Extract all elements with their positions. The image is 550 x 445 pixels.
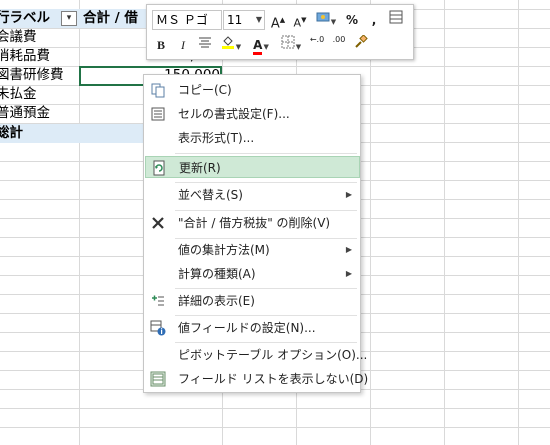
menu-item-sort[interactable]: 並べ替え(S) ▶ (145, 184, 360, 206)
bold-button[interactable]: B (152, 35, 170, 55)
menu-item-label: フィールド リストを表示しない(D) (178, 372, 369, 386)
field-settings-icon (150, 320, 166, 336)
mini-toolbar: ＭＳ Ｐゴ 11 ▼ A▲ A▼ ▼ % , B I ▼ A▼ ▼ ←.0 .0… (146, 4, 414, 60)
menu-item-label: 更新(R) (179, 161, 221, 175)
grid-line (0, 427, 550, 428)
increase-decimal-icon: ←.0 (309, 35, 325, 44)
fill-color-button[interactable]: ▼ (218, 35, 244, 55)
menu-item-label: 表示形式(T)... (178, 131, 255, 145)
font-name-value: ＭＳ Ｐゴ (156, 13, 208, 27)
caret-up-icon: ▲ (279, 16, 286, 24)
brush-icon (355, 34, 368, 48)
submenu-arrow-icon: ▶ (345, 245, 352, 254)
format-painter-grid-button[interactable] (387, 10, 405, 30)
delete-x-icon (152, 217, 164, 229)
menu-separator (175, 288, 357, 289)
font-size-value: 11 (227, 13, 243, 27)
submenu-arrow-icon: ▶ (345, 190, 352, 199)
grid-line (0, 408, 550, 409)
menu-item-hide-field-list[interactable]: フィールド リストを表示しない(D) (145, 368, 368, 390)
increase-decimal-button[interactable]: ←.0 (308, 35, 326, 55)
chevron-down-icon: ▼ (263, 43, 269, 51)
menu-separator (175, 315, 357, 316)
menu-item-refresh[interactable]: 更新(R) (145, 156, 360, 178)
pivot-grand-total-label[interactable]: 総計 (0, 124, 76, 143)
grow-font-letter: A (270, 16, 280, 32)
menu-item-pivot-options[interactable]: ピボットテーブル オプション(O)... (145, 344, 367, 366)
caret-down-icon: ▼ (301, 16, 307, 24)
menu-item-label: セルの書式設定(F)... (178, 107, 290, 121)
comma-style-button[interactable]: , (365, 10, 383, 30)
menu-item-label: 値の集計方法(M) (178, 243, 270, 257)
filter-dropdown-button[interactable]: ▾ (61, 11, 77, 26)
submenu-arrow-icon: ▶ (345, 269, 352, 278)
menu-item-label: "合計 / 借方税抜" の削除(V) (178, 216, 331, 230)
chevron-down-icon[interactable]: ▼ (256, 11, 262, 29)
paint-bucket-icon (221, 36, 234, 49)
pivot-row-label[interactable]: 消耗品費 (0, 47, 76, 66)
font-name-combobox[interactable]: ＭＳ Ｐゴ (152, 10, 222, 30)
chevron-down-icon: ▼ (330, 18, 337, 26)
menu-item-show-details[interactable]: 詳細の表示(E) (145, 290, 360, 312)
pivot-row-label[interactable]: 会議費 (0, 28, 76, 47)
align-center-button[interactable] (196, 35, 214, 55)
currency-format-icon (316, 12, 330, 22)
menu-item-summarize-by[interactable]: 値の集計方法(M) ▶ (145, 239, 360, 261)
menu-item-show-values-as[interactable]: 計算の種類(A) ▶ (145, 263, 360, 285)
chevron-down-icon: ▼ (235, 43, 242, 51)
context-menu: コピー(C) セルの書式設定(F)... 表示形式(T)... 更新(R) 並べ… (143, 74, 368, 393)
copy-icon (151, 83, 165, 98)
shrink-font-button[interactable]: A▼ (291, 10, 309, 30)
format-cells-icon (151, 107, 165, 121)
grow-font-button[interactable]: A▲ (269, 10, 287, 32)
font-color-button[interactable]: A▼ (248, 35, 274, 55)
menu-separator (175, 182, 357, 183)
borders-button[interactable]: ▼ (278, 35, 304, 55)
menu-item-label: 詳細の表示(E) (178, 294, 255, 308)
borders-icon (281, 35, 295, 49)
table-format-icon (389, 10, 403, 24)
menu-item-label: 値フィールドの設定(N)... (178, 321, 316, 335)
menu-item-label: ピボットテーブル オプション(O)... (178, 348, 368, 362)
align-center-icon (199, 37, 211, 48)
field-list-icon (150, 371, 166, 387)
menu-item-value-field-settings[interactable]: 値フィールドの設定(N)... (145, 317, 360, 339)
percent-style-button[interactable]: % (343, 10, 361, 30)
format-painter-button[interactable] (352, 34, 370, 55)
shrink-font-letter: A (293, 16, 302, 30)
decrease-decimal-button[interactable]: .00 (330, 35, 348, 55)
menu-separator (175, 153, 357, 154)
decrease-decimal-icon: .00 (332, 35, 346, 44)
menu-item-label: コピー(C) (178, 83, 232, 97)
font-size-combobox[interactable]: 11 ▼ (223, 10, 265, 30)
menu-separator (175, 342, 357, 343)
font-color-letter: A (253, 38, 263, 55)
pivot-row-label[interactable]: 普通預金 (0, 104, 76, 123)
menu-item-format-cells[interactable]: セルの書式設定(F)... (145, 103, 360, 125)
number-format-button[interactable]: ▼ (313, 10, 339, 30)
refresh-icon (153, 160, 165, 176)
menu-item-remove-field[interactable]: "合計 / 借方税抜" の削除(V) (145, 212, 360, 234)
pivot-row-label[interactable]: 図書研修費 (0, 66, 76, 85)
show-detail-icon (152, 295, 164, 306)
chevron-down-icon: ▼ (295, 43, 302, 51)
menu-item-label: 計算の種類(A) (178, 267, 256, 281)
menu-separator (175, 210, 357, 211)
menu-item-number-format[interactable]: 表示形式(T)... (145, 127, 360, 149)
italic-button[interactable]: I (174, 35, 192, 55)
menu-item-copy[interactable]: コピー(C) (145, 79, 360, 101)
menu-item-label: 並べ替え(S) (178, 188, 243, 202)
pivot-row-label[interactable]: 未払金 (0, 85, 76, 104)
